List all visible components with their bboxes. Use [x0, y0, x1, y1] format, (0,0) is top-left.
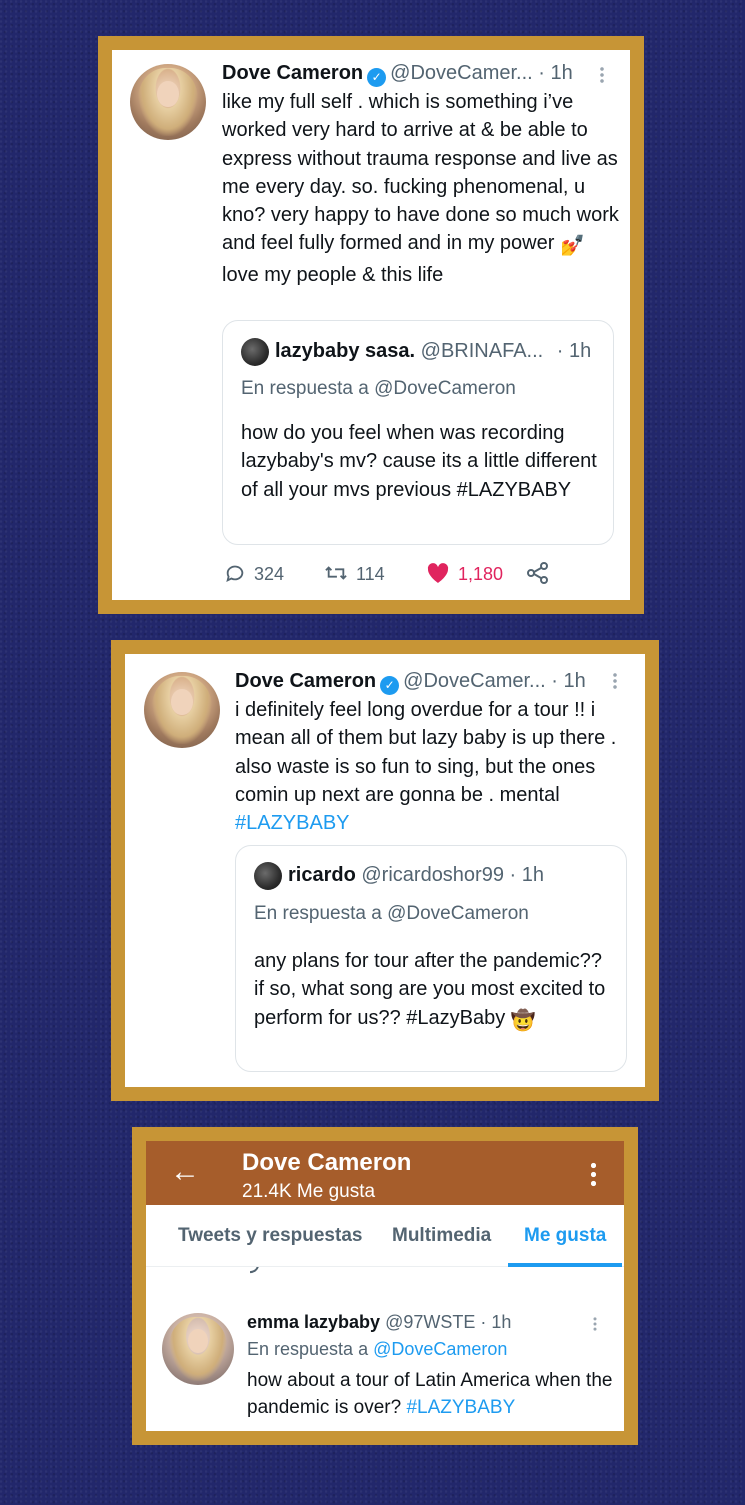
quote-time: · 1h [556, 340, 592, 362]
back-arrow-icon[interactable]: ← [170, 1155, 200, 1189]
author-avatar[interactable] [144, 672, 220, 748]
more-options-icon[interactable] [591, 1161, 596, 1187]
tweet-frame-2: Dove Cameron ✓ @DoveCamer... · 1h i defini… [111, 640, 659, 1101]
quote-reply-label: En respuesta a @DoveCameron [254, 903, 529, 924]
share-button[interactable] [526, 562, 558, 585]
liked-tweet-text: how about a tour of Latin America when t… [247, 1370, 613, 1418]
heart-icon [427, 563, 449, 583]
retweet-icon [342, 1267, 372, 1277]
heart-icon: 22 [464, 1267, 482, 1269]
tweet-time[interactable]: · 1h [551, 670, 585, 692]
tab-likes[interactable]: Me gusta [524, 1225, 606, 1247]
tweet-text: i definitely feel long overdue for a tou… [235, 699, 617, 835]
profile-tabs: Tweets y respuestas Multimedia Me gusta [146, 1205, 624, 1267]
tweet-header: Dove Cameron ✓ @DoveCamer... · 1h [222, 62, 573, 87]
like-button[interactable]: 1,180 [426, 562, 503, 585]
more-options-icon[interactable] [593, 1316, 597, 1332]
profile-title: Dove Cameron [242, 1149, 412, 1176]
svg-text:22: 22 [464, 1267, 482, 1269]
reply-icon: 2 [250, 1267, 291, 1274]
reply-icon [226, 565, 244, 583]
like-count: 1,180 [458, 564, 504, 584]
tweet-frame-1: Dove Cameron ✓ @DoveCamer... · 1h like my … [98, 36, 644, 614]
retweet-button[interactable]: 114 [324, 562, 385, 585]
retweet-count: 114 [356, 564, 385, 584]
verified-badge-icon: ✓ [380, 676, 400, 695]
reply-count: 324 [254, 564, 285, 584]
author-handle[interactable]: @97WSTE [385, 1312, 475, 1332]
tweet-time[interactable]: · 1h [538, 62, 572, 84]
profile-likes-count: 21.4K Me gusta [242, 1181, 376, 1202]
author-name[interactable]: Dove Cameron [235, 670, 376, 692]
author-handle[interactable]: @DoveCamer... [403, 670, 546, 692]
quote-author-handle[interactable]: @BRINAFA... [421, 340, 544, 362]
quote-header: ricardo @ricardoshor99 · 1h [288, 864, 544, 887]
quote-header: lazybaby sasa. @BRINAFA... · 1h [275, 340, 591, 363]
mention-link[interactable]: @DoveCameron [373, 1339, 507, 1359]
quote-author-avatar[interactable] [241, 338, 269, 366]
hashtag-link[interactable]: #LAZYBABY [235, 812, 350, 834]
quote-text: any plans for tour after the pandemic?? … [254, 947, 614, 1035]
quoted-tweet[interactable]: lazybaby sasa. @BRINAFA... · 1h En respu… [222, 320, 614, 545]
quote-author-name[interactable]: ricardo [288, 864, 356, 886]
tweet-header: Dove Cameron ✓ @DoveCamer... · 1h [235, 670, 586, 695]
quoted-tweet[interactable]: ricardo @ricardoshor99 · 1h En respuesta… [235, 845, 627, 1072]
verified-badge-icon: ✓ [367, 68, 387, 87]
share-icon [528, 1267, 554, 1277]
tweet-card-1[interactable]: Dove Cameron ✓ @DoveCamer... · 1h like my … [112, 50, 630, 600]
more-options-icon[interactable] [600, 66, 604, 84]
tab-media[interactable]: Multimedia [392, 1225, 491, 1247]
quote-time: · 1h [509, 864, 544, 886]
hashtag-link[interactable]: #LAZYBABY [406, 1397, 515, 1418]
quote-text: how do you feel when was recording lazyb… [241, 422, 597, 501]
author-name[interactable]: Dove Cameron [222, 62, 363, 84]
tweet-card-2[interactable]: Dove Cameron ✓ @DoveCamer... · 1h i defini… [125, 654, 645, 1087]
previous-tweet-actions: 2 22 [146, 1267, 624, 1277]
profile-header: ← Dove Cameron 21.4K Me gusta [146, 1141, 624, 1205]
reply-label: En respuesta a @DoveCameron [247, 1339, 508, 1359]
quote-author-name[interactable]: lazybaby sasa. [275, 340, 415, 362]
tweet-text: like my full self . which is something i… [222, 91, 619, 286]
cowboy-emoji: 🤠 [510, 1009, 536, 1032]
tab-tweets-replies[interactable]: Tweets y respuestas [178, 1225, 362, 1247]
more-options-icon[interactable] [613, 672, 617, 690]
author-handle[interactable]: @DoveCamer... [390, 62, 533, 84]
tweet-actions: 324 114 1,180 [112, 562, 630, 592]
tweet-time[interactable]: · 1h [480, 1312, 511, 1332]
author-avatar[interactable] [130, 64, 206, 140]
profile-card: ← Dove Cameron 21.4K Me gusta Tweets y r… [146, 1141, 624, 1431]
svg-text:2: 2 [282, 1267, 291, 1269]
quote-author-avatar[interactable] [254, 862, 282, 890]
author-name[interactable]: emma lazybaby [247, 1312, 380, 1332]
liked-tweet-header: emma lazybaby @97WSTE · 1h [247, 1312, 511, 1333]
quote-author-handle[interactable]: @ricardoshor99 [361, 864, 504, 886]
share-icon [527, 562, 548, 584]
liked-tweet-avatar[interactable] [162, 1313, 234, 1385]
profile-frame: ← Dove Cameron 21.4K Me gusta Tweets y r… [132, 1127, 638, 1445]
nail-polish-emoji: 💅 [559, 235, 585, 258]
retweet-icon [325, 566, 347, 580]
reply-button[interactable]: 324 [224, 562, 284, 585]
quote-reply-label: En respuesta a @DoveCameron [241, 378, 516, 399]
